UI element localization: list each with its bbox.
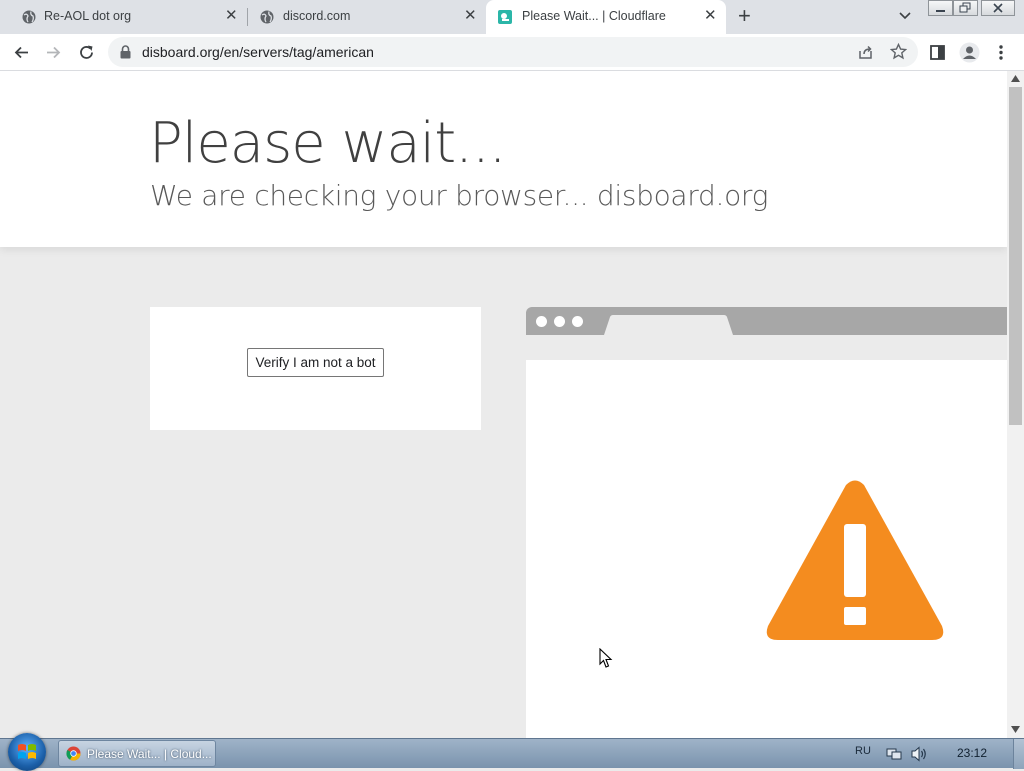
tab-search-chevron-icon[interactable] [897, 7, 913, 23]
illustration-dot [572, 316, 583, 327]
cloudflare-icon [498, 10, 512, 24]
side-panel-icon[interactable] [930, 45, 945, 60]
tab-strip: Re-AOL dot org ✕ discord.com ✕ Please Wa… [0, 0, 1024, 34]
mouse-cursor-icon [599, 648, 613, 668]
windows-logo-icon [18, 744, 36, 759]
page-scrollbar[interactable] [1007, 71, 1024, 738]
volume-icon[interactable] [910, 746, 928, 762]
illustration-title-bar [526, 307, 1007, 335]
minimize-icon [936, 10, 945, 12]
taskbar-item-label: Please Wait... | Cloud... [87, 747, 212, 761]
illustration-dot [536, 316, 547, 327]
minimize-button[interactable] [928, 0, 953, 16]
close-icon [993, 3, 1003, 13]
tab-title: Please Wait... | Cloudflare [522, 9, 666, 23]
tab-cloudflare[interactable]: Please Wait... | Cloudflare ✕ [486, 0, 726, 34]
system-clock[interactable]: 23:12 [957, 746, 987, 760]
back-arrow-icon[interactable] [13, 44, 30, 61]
scroll-up-arrow-icon[interactable] [1011, 75, 1020, 82]
browser-illustration [526, 307, 1007, 738]
bookmark-star-icon[interactable] [890, 43, 907, 60]
restore-icon [959, 2, 971, 13]
scroll-down-arrow-icon[interactable] [1011, 726, 1020, 733]
illustration-content [526, 360, 1007, 738]
start-button[interactable] [8, 733, 46, 771]
page-content: Please wait... We are checking your brow… [0, 71, 1007, 738]
page-subtitle: We are checking your browser... disboard… [150, 179, 769, 212]
taskbar-chrome-window[interactable]: Please Wait... | Cloud... [58, 740, 216, 767]
warning-triangle-icon [766, 480, 944, 640]
forward-arrow-icon[interactable] [45, 44, 62, 61]
lock-icon[interactable] [120, 45, 131, 59]
url-text[interactable]: disboard.org/en/servers/tag/american [142, 44, 374, 60]
scroll-thumb[interactable] [1009, 87, 1022, 425]
new-tab-button[interactable]: + [738, 5, 751, 27]
header-band: Please wait... We are checking your brow… [0, 71, 1007, 247]
verify-card: Verify I am not a bot [150, 307, 481, 430]
illustration-toolbar [526, 335, 1007, 360]
close-tab-icon[interactable]: ✕ [704, 8, 717, 24]
illustration-tab [604, 315, 733, 335]
menu-kebab-icon[interactable] [998, 44, 1004, 61]
close-window-button[interactable] [981, 0, 1015, 16]
reload-icon[interactable] [78, 44, 95, 61]
address-bar[interactable]: disboard.org/en/servers/tag/american [108, 37, 918, 67]
globe-icon [260, 10, 274, 24]
browser-toolbar: disboard.org/en/servers/tag/american [0, 34, 1024, 71]
profile-avatar-icon[interactable] [959, 42, 980, 63]
page-title: Please wait... [149, 111, 507, 176]
language-indicator[interactable]: RU [855, 745, 871, 757]
tab-re-aol[interactable]: Re-AOL dot org ✕ [8, 0, 244, 34]
tab-discord[interactable]: discord.com ✕ [248, 0, 486, 34]
network-icon[interactable] [886, 747, 902, 761]
taskbar: Please Wait... | Cloud... RU 23:12 [0, 733, 1024, 771]
chrome-icon [66, 746, 81, 761]
illustration-dot [554, 316, 565, 327]
share-icon[interactable] [858, 44, 874, 60]
verify-not-bot-button[interactable]: Verify I am not a bot [247, 348, 384, 377]
restore-button[interactable] [953, 0, 978, 16]
tab-title: discord.com [283, 9, 351, 23]
globe-icon [22, 10, 36, 24]
close-tab-icon[interactable]: ✕ [464, 8, 477, 24]
tab-title: Re-AOL dot org [44, 9, 132, 23]
close-tab-icon[interactable]: ✕ [225, 8, 238, 24]
show-desktop-button[interactable] [1013, 739, 1024, 769]
